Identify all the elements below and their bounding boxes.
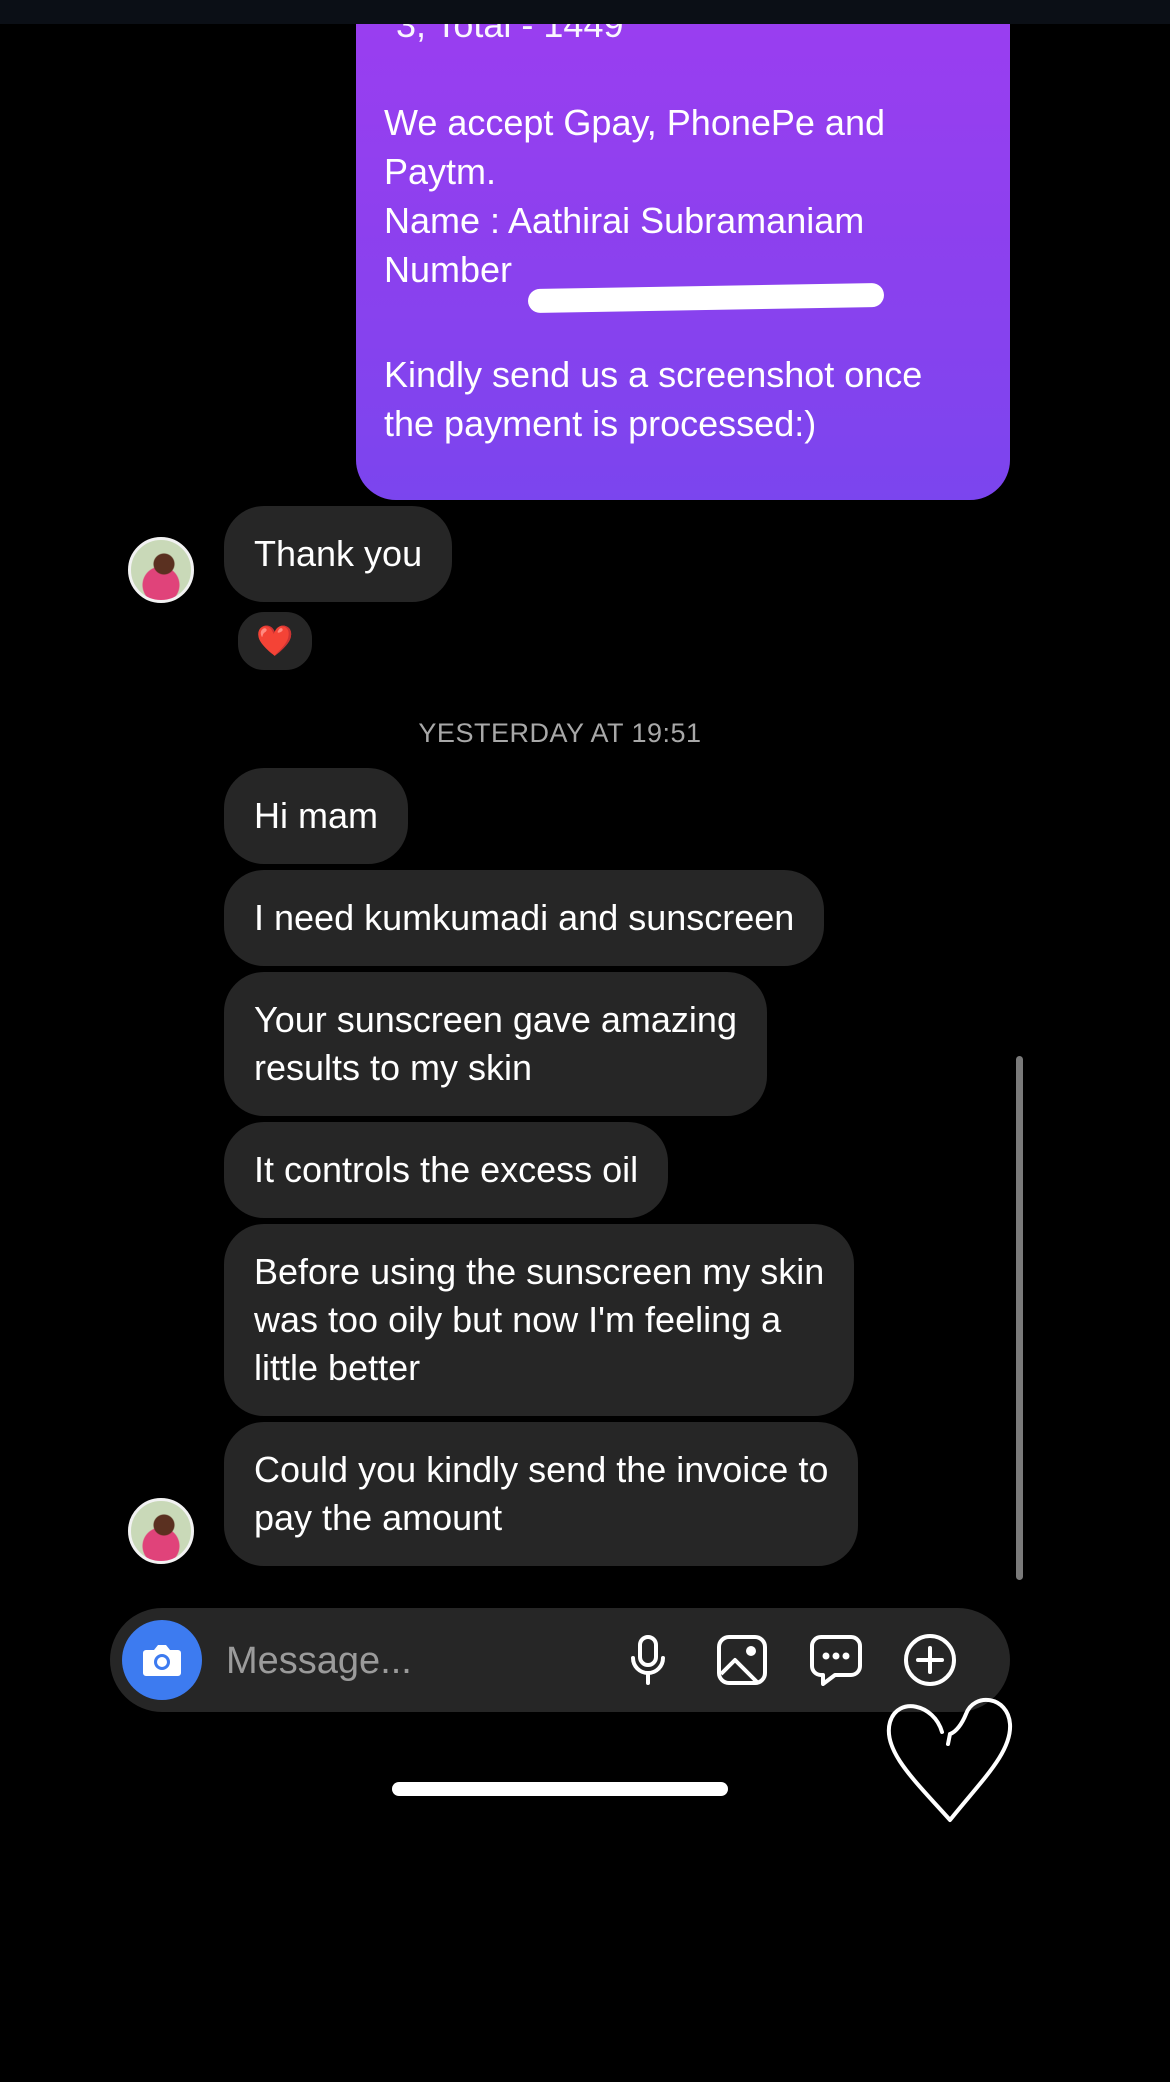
sticker-button[interactable]: [808, 1632, 864, 1688]
camera-icon: [143, 1645, 181, 1676]
message-text: Thank you: [254, 533, 423, 574]
status-bar-strip: [0, 0, 1170, 24]
sender-avatar[interactable]: [128, 1498, 194, 1564]
home-indicator[interactable]: [392, 1782, 728, 1796]
camera-button[interactable]: [122, 1620, 202, 1700]
microphone-button[interactable]: [620, 1632, 676, 1688]
received-message-bubble[interactable]: Before using the sunscreen my skin was t…: [224, 1224, 855, 1416]
reaction-emoji: ❤️: [256, 624, 294, 658]
message-text: It controls the excess oil: [254, 1149, 639, 1190]
message-text: Hi mam: [254, 795, 378, 836]
received-message-bubble[interactable]: I need kumkumadi and sunscreen: [224, 870, 825, 966]
message-text: was too oily but now I'm feeling a: [254, 1299, 782, 1340]
sent-message-partial-line: 3, Total - 1449: [396, 24, 624, 45]
message-text: Could you kindly send the invoice to: [254, 1449, 829, 1490]
received-message-bubble[interactable]: Hi mam: [224, 768, 408, 864]
message-text: I need kumkumadi and sunscreen: [254, 897, 795, 938]
message-text: Before using the sunscreen my skin: [254, 1251, 825, 1292]
message-input[interactable]: [224, 1608, 688, 1714]
chat-panel: 3, Total - 1449 We accept Gpay, PhonePe …: [0, 24, 1170, 2082]
sent-message-line: Name : Aathirai Subramaniam: [384, 200, 865, 241]
received-message-bubble[interactable]: It controls the excess oil: [224, 1122, 669, 1218]
message-text: little better: [254, 1347, 421, 1388]
heart-doodle-icon: [886, 1697, 1013, 1822]
microphone-icon: [631, 1635, 665, 1685]
sent-message-bubble: 3, Total - 1449 We accept Gpay, PhonePe …: [356, 24, 1010, 500]
message-text: results to my skin: [254, 1047, 533, 1088]
sticker-icon: [810, 1635, 862, 1686]
received-message-bubble[interactable]: Could you kindly send the invoice to pay…: [224, 1422, 859, 1566]
sender-avatar[interactable]: [128, 537, 194, 603]
received-message-bubble[interactable]: Thank you: [224, 506, 453, 602]
gallery-button[interactable]: [714, 1632, 770, 1688]
gallery-icon: [717, 1635, 767, 1685]
heart-reaction-icon[interactable]: ❤️: [234, 608, 316, 674]
conversation-timestamp: YESTERDAY AT 19:51: [418, 718, 702, 748]
message-text: Your sunscreen gave amazing: [254, 999, 737, 1040]
received-message-bubble[interactable]: Your sunscreen gave amazing results to m…: [224, 972, 767, 1116]
sent-message-line: Paytm.: [384, 151, 497, 192]
scrollbar[interactable]: [1016, 1056, 1023, 1580]
sent-message-line: the payment is processed:): [384, 403, 817, 444]
sent-message-line: We accept Gpay, PhonePe and: [384, 102, 885, 143]
sent-message-line: Kindly send us a screenshot once: [384, 354, 923, 395]
message-text: pay the amount: [254, 1497, 503, 1538]
